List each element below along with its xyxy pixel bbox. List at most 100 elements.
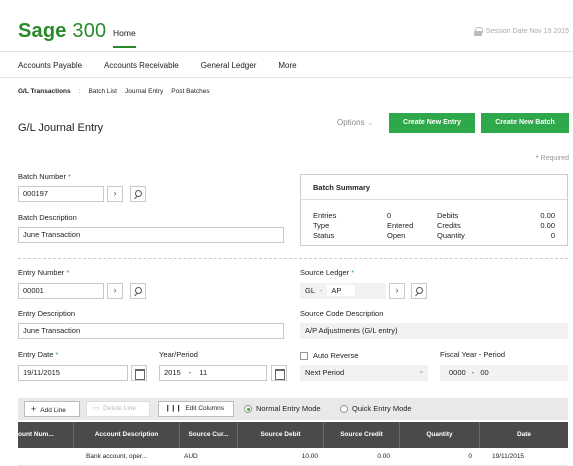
chevron-right-icon: › xyxy=(113,285,117,295)
entry-date-input[interactable]: 19/11/2015 xyxy=(18,365,128,381)
batch-description-label: Batch Description xyxy=(18,213,77,222)
summary-status-label: Status xyxy=(313,231,335,240)
next-source-button[interactable]: › xyxy=(389,283,405,299)
trash-icon: ▭ xyxy=(93,405,100,412)
source-ledger-input[interactable]: GL - AP xyxy=(300,283,386,299)
menu-accounts-receivable[interactable]: Accounts Receivable xyxy=(104,61,179,70)
tab-home[interactable]: Home xyxy=(113,28,136,48)
fiscal-year-period-field: 0000 - 00 xyxy=(440,365,568,381)
entry-number-input[interactable]: 00001 xyxy=(18,283,104,299)
delete-line-button[interactable]: ▭ Delete Line xyxy=(86,401,150,417)
batch-summary-panel: Batch Summary Entries 0 Debits 0.00 Type… xyxy=(300,174,568,246)
year-period-calendar-icon[interactable] xyxy=(271,365,287,381)
chevron-right-icon: › xyxy=(395,285,399,295)
fiscal-year-value: 0000 xyxy=(449,368,466,377)
year-value: 2015 xyxy=(164,368,181,377)
lock-icon xyxy=(473,27,483,36)
breadcrumb-gl-transactions[interactable]: G/L Transactions xyxy=(18,88,71,95)
quick-entry-mode-radio[interactable] xyxy=(340,405,348,413)
summary-entries-label: Entries xyxy=(313,211,337,220)
breadcrumb-batch-list[interactable]: Batch List xyxy=(88,88,117,95)
menu-general-ledger[interactable]: General Ledger xyxy=(201,61,257,70)
summary-quantity-label: Quantity xyxy=(437,231,465,240)
create-new-entry-button[interactable]: Create New Entry xyxy=(389,113,475,133)
required-star: * xyxy=(68,172,71,181)
required-star: * xyxy=(535,155,539,162)
entry-description-input[interactable]: June Transaction xyxy=(18,323,284,339)
breadcrumb-post-batches[interactable]: Post Batches xyxy=(171,88,209,95)
add-line-button[interactable]: + Add Line xyxy=(24,401,80,417)
column-source-currency[interactable]: Source Cur... xyxy=(180,422,238,448)
add-line-label: Add Line xyxy=(40,407,66,414)
options-dropdown[interactable]: Options ⌄ xyxy=(337,118,374,127)
top-header: Sage 300 Home Session Date Nov 19 2015 xyxy=(0,0,573,52)
batch-number-label: Batch Number * xyxy=(18,172,71,181)
dropdown-arrow-icon: ⌄ xyxy=(418,366,425,375)
entry-description-label: Entry Description xyxy=(18,309,76,318)
column-account-description[interactable]: Account Description xyxy=(74,422,180,448)
session-info: Session Date Nov 19 2015 xyxy=(473,27,569,36)
summary-credits-value: 0.00 xyxy=(540,221,555,230)
summary-type-value: Entered xyxy=(387,221,414,230)
table-row[interactable]: Bank account, oper... AUD 10.00 0.00 0 1… xyxy=(18,448,568,466)
source-ledger-label: Source Ledger * xyxy=(300,268,354,277)
reverse-period-select: Next Period xyxy=(300,365,428,381)
entry-finder-search-icon[interactable] xyxy=(130,283,146,299)
cell-account-number[interactable] xyxy=(18,448,74,466)
logo-brand: Sage xyxy=(18,20,67,42)
batch-summary-title: Batch Summary xyxy=(313,183,371,192)
main-menu: Accounts Payable Accounts Receivable Gen… xyxy=(0,54,573,78)
next-batch-button[interactable]: › xyxy=(107,186,123,202)
menu-more[interactable]: More xyxy=(278,61,296,70)
cell-source-debit[interactable]: 10.00 xyxy=(238,448,318,466)
grid-toolbar: + Add Line ▭ Delete Line ❙❙❙ Edit Columns N… xyxy=(18,398,568,420)
batch-finder-search-icon[interactable] xyxy=(130,186,146,202)
required-star: * xyxy=(351,268,355,277)
column-quantity[interactable]: Quantity xyxy=(400,422,480,448)
cell-source-currency[interactable]: AUD xyxy=(180,448,238,466)
edit-columns-label: Edit Columns xyxy=(185,405,224,412)
source-ledger-dash: - xyxy=(319,286,323,295)
source-ledger-value: GL xyxy=(305,286,315,295)
normal-entry-mode-radio[interactable] xyxy=(244,405,252,413)
session-date-text: Session Date Nov 19 2015 xyxy=(485,28,569,35)
period-value: 11 xyxy=(199,368,208,377)
breadcrumb-journal-entry[interactable]: Journal Entry xyxy=(125,88,163,95)
cell-source-credit[interactable]: 0.00 xyxy=(324,448,390,466)
year-period-label: Year/Period xyxy=(159,350,198,359)
column-account-number[interactable]: ount Num... xyxy=(18,422,74,448)
sage-logo[interactable]: Sage 300 xyxy=(18,20,106,43)
breadcrumb: G/L Transactions : Batch List Journal En… xyxy=(18,88,210,95)
divider xyxy=(301,199,567,200)
source-type-value[interactable]: AP xyxy=(327,285,356,296)
column-source-debit[interactable]: Source Debit xyxy=(238,422,324,448)
columns-icon: ❙❙❙ xyxy=(165,405,182,412)
auto-reverse-checkbox[interactable] xyxy=(300,352,308,360)
grid-header: ount Num... Account Description Source C… xyxy=(18,422,568,448)
batch-description-input[interactable]: June Transaction xyxy=(18,227,284,243)
chevron-right-icon: › xyxy=(113,188,117,198)
quick-entry-mode-label: Quick Entry Mode xyxy=(352,404,412,413)
entry-date-label-text: Entry Date xyxy=(18,350,54,359)
source-finder-search-icon[interactable] xyxy=(411,283,427,299)
column-source-credit[interactable]: Source Credit xyxy=(324,422,400,448)
menu-accounts-payable[interactable]: Accounts Payable xyxy=(18,61,82,70)
cell-date[interactable]: 19/11/2015 xyxy=(480,448,568,466)
cell-account-description[interactable]: Bank account, oper... xyxy=(86,448,180,466)
fiscal-period-value: 00 xyxy=(480,368,489,377)
year-period-input[interactable]: 2015 - 11 xyxy=(159,365,267,381)
normal-entry-mode-label: Normal Entry Mode xyxy=(256,404,321,413)
calendar-icon[interactable] xyxy=(131,365,147,381)
chevron-down-icon: ⌄ xyxy=(366,118,374,127)
create-new-batch-button[interactable]: Create New Batch xyxy=(481,113,569,133)
column-date[interactable]: Date xyxy=(480,422,568,448)
batch-number-input[interactable]: 000197 xyxy=(18,186,104,202)
options-label: Options xyxy=(337,118,365,127)
edit-columns-button[interactable]: ❙❙❙ Edit Columns xyxy=(158,401,234,417)
cell-quantity[interactable]: 0 xyxy=(400,448,472,466)
summary-quantity-value: 0 xyxy=(550,231,555,240)
required-star: * xyxy=(66,268,70,277)
summary-type-label: Type xyxy=(313,221,330,230)
next-entry-button[interactable]: › xyxy=(107,283,123,299)
year-period-dash: - xyxy=(188,368,192,377)
